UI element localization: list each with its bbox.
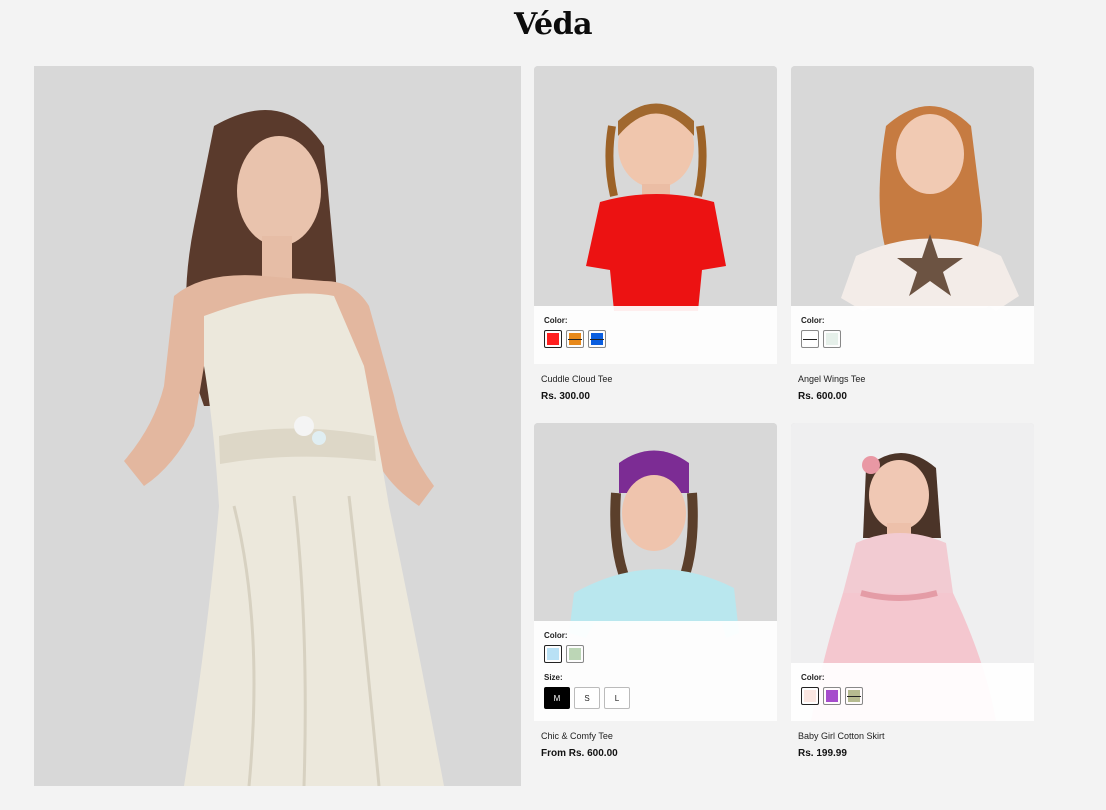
color-swatch-olive[interactable] [845,687,863,705]
size-option-s[interactable]: S [574,687,600,709]
brand-logo[interactable]: Véda [514,7,593,42]
product-card[interactable]: Color: Baby Girl Cotton Skirt Rs. 199.99 [791,423,1034,759]
hero-image[interactable] [34,66,521,786]
color-swatches [801,330,1024,348]
size-options: M S L [544,687,767,709]
product-price: From Rs. 600.00 [541,748,618,759]
color-label: Color: [544,631,568,640]
product-image[interactable]: Color: Size: M S L [534,423,777,721]
size-label: Size: [544,673,563,682]
product-price: Rs. 600.00 [798,391,847,402]
color-swatches [544,645,767,663]
color-swatch-sage[interactable] [566,645,584,663]
color-swatches [544,330,767,348]
product-options-panel: Color: [791,663,1034,721]
site-header: Véda [0,0,1106,48]
product-title[interactable]: Angel Wings Tee [791,374,1034,384]
size-option-m[interactable]: M [544,687,570,709]
color-swatch-mint[interactable] [823,330,841,348]
product-title[interactable]: Chic & Comfy Tee [534,731,777,741]
color-swatch-red[interactable] [544,330,562,348]
color-label: Color: [801,673,825,682]
product-image[interactable]: Color: [791,423,1034,721]
color-swatch-light-blue[interactable] [544,645,562,663]
product-price: Rs. 199.99 [798,748,847,759]
product-price: Rs. 300.00 [541,391,590,402]
product-title[interactable]: Baby Girl Cotton Skirt [791,731,1034,741]
product-options-panel: Color: [534,306,777,364]
color-swatch-blush[interactable] [801,687,819,705]
color-label: Color: [544,316,568,325]
color-swatch-white[interactable] [801,330,819,348]
color-label: Color: [801,316,825,325]
color-swatches [801,687,1024,705]
product-card[interactable]: Color: Size: M S L Chic & Comfy Tee From… [534,423,777,759]
color-swatch-blue[interactable] [588,330,606,348]
product-options-panel: Color: [791,306,1034,364]
product-options-panel: Color: Size: M S L [534,621,777,721]
product-image[interactable]: Color: [534,66,777,364]
product-image[interactable]: Color: [791,66,1034,364]
product-card[interactable]: Color: Angel Wings Tee Rs. 600.00 [791,66,1034,402]
product-title[interactable]: Cuddle Cloud Tee [534,374,777,384]
product-card[interactable]: Color: Cuddle Cloud Tee Rs. 300.00 [534,66,777,402]
color-swatch-purple[interactable] [823,687,841,705]
color-swatch-orange[interactable] [566,330,584,348]
size-option-l[interactable]: L [604,687,630,709]
